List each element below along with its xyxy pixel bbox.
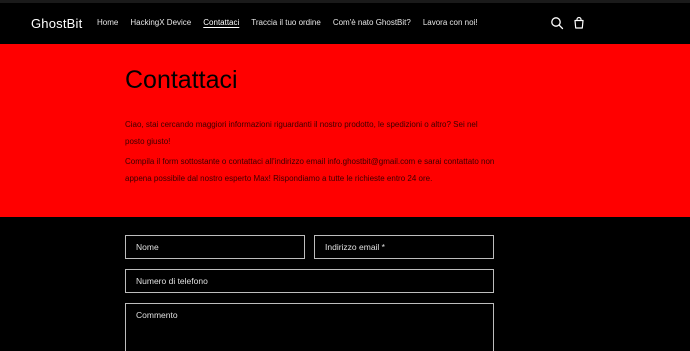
search-icon[interactable] [550,16,564,30]
site-header: GhostBit Home HackingX Device Contattaci… [0,3,690,44]
phone-field[interactable]: Numero di telefono [125,269,494,293]
phone-placeholder: Numero di telefono [136,276,208,286]
name-field[interactable]: Nome [125,235,305,259]
site-logo[interactable]: GhostBit [31,16,82,31]
page-title: Contattaci [125,66,238,94]
comment-field[interactable]: Commento [125,303,494,351]
intro-paragraph: Ciao, stai cercando maggiori informazion… [125,120,478,146]
nav-item-com-e-nato[interactable]: Com'è nato GhostBit? [333,18,411,27]
main-nav: Home HackingX Device Contattaci Traccia … [97,18,490,27]
nav-item-home[interactable]: Home [97,18,118,27]
email-placeholder: Indirizzo email * [325,242,385,252]
comment-placeholder: Commento [136,310,178,320]
cart-icon[interactable] [572,16,586,30]
contact-hero: Contattaci Ciao, stai cercando maggiori … [0,44,690,217]
nav-item-lavora-con-noi[interactable]: Lavora con noi! [423,18,478,27]
nav-item-hackingx-device[interactable]: HackingX Device [130,18,191,27]
nav-item-contattaci[interactable]: Contattaci [203,18,239,27]
name-placeholder: Nome [136,242,159,252]
nav-item-traccia-ordine[interactable]: Traccia il tuo ordine [251,18,321,27]
contact-instructions-paragraph: Compila il form sottostante o contattaci… [125,157,495,183]
email-field[interactable]: Indirizzo email * [314,235,494,259]
